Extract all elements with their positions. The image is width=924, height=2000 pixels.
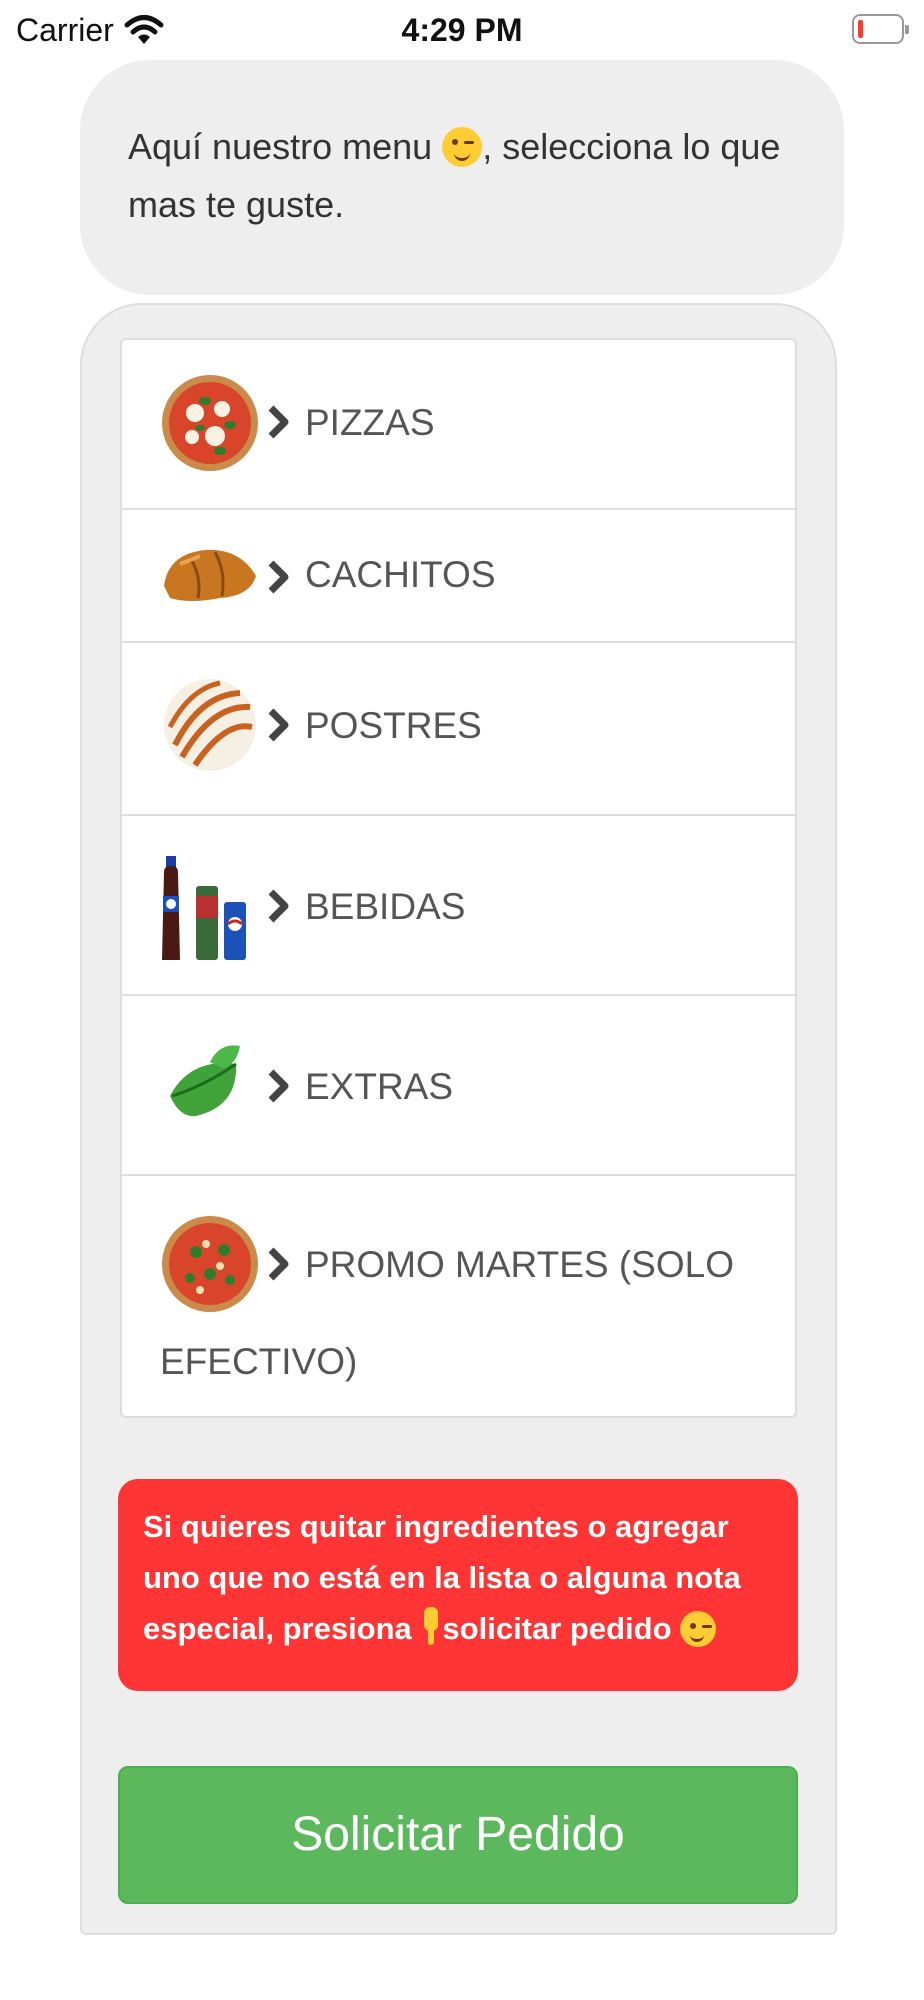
solicitar-pedido-button[interactable]: Solicitar Pedido bbox=[118, 1766, 798, 1904]
special-request-notice: Si quieres quitar ingredientes o agregar… bbox=[118, 1479, 798, 1691]
leaf-image bbox=[170, 1045, 240, 1117]
menu-item-label: EXTRAS bbox=[305, 1066, 454, 1107]
bot-message-bubble: Aquí nuestro menu , selecciona lo que ma… bbox=[80, 60, 844, 295]
menu-item-label: POSTRES bbox=[305, 705, 482, 746]
winking-face-icon bbox=[442, 127, 483, 167]
chevron-right-icon bbox=[268, 1247, 289, 1281]
menu-item-extras[interactable]: EXTRAS bbox=[122, 996, 795, 1176]
menu-item-label: PROMO MARTES (SOLO bbox=[305, 1244, 734, 1285]
battery-icon bbox=[852, 14, 909, 44]
menu-item-label: BEBIDAS bbox=[305, 886, 466, 927]
menu-item-cachitos[interactable]: CACHITOS bbox=[122, 510, 795, 643]
cachito-image bbox=[164, 549, 256, 601]
menu-item-promo-martes[interactable]: PROMO MARTES (SOLO EFECTIVO) bbox=[122, 1176, 795, 1416]
message-text-start: Aquí nuestro menu bbox=[128, 126, 433, 167]
chevron-right-icon bbox=[268, 405, 289, 439]
chevron-right-icon bbox=[268, 560, 289, 594]
status-time: 4:29 PM bbox=[401, 12, 523, 48]
dessert-image bbox=[164, 679, 256, 771]
pizza-image bbox=[162, 375, 258, 471]
chevron-right-icon bbox=[268, 1069, 289, 1103]
chevron-right-icon bbox=[268, 708, 289, 742]
menu-item-label: PIZZAS bbox=[305, 402, 435, 443]
chevron-right-icon bbox=[268, 889, 289, 923]
drinks-image bbox=[162, 856, 246, 960]
notice-text-end: solicitar pedido bbox=[442, 1611, 681, 1646]
pizza-promo-image bbox=[162, 1216, 258, 1312]
winking-face-icon bbox=[680, 1611, 717, 1647]
menu-item-postres[interactable]: POSTRES bbox=[122, 643, 795, 816]
pointing-down-hand-icon bbox=[420, 1607, 442, 1647]
menu-list: PIZZAS CACHITOS POSTRES BEBIDAS EXTRAS P… bbox=[120, 338, 797, 1418]
menu-item-pizzas[interactable]: PIZZAS bbox=[122, 340, 795, 510]
menu-item-label-continued: EFECTIVO) bbox=[160, 1341, 358, 1382]
menu-item-label: CACHITOS bbox=[305, 554, 496, 595]
menu-item-bebidas[interactable]: BEBIDAS bbox=[122, 816, 795, 996]
status-bar: Carrier 4:29 PM bbox=[0, 0, 924, 60]
